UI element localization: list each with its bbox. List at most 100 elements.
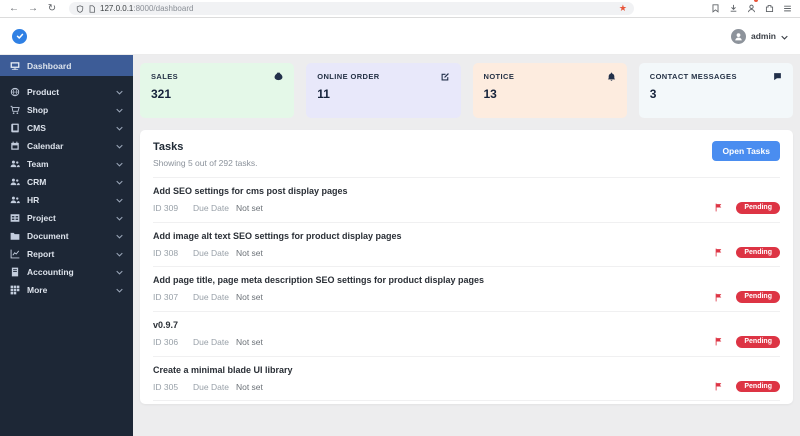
account-icon[interactable] [747,0,758,18]
sidebar-item-more[interactable]: More [0,281,133,299]
sidebar-item-label: CRM [27,177,47,187]
sidebar-item-cms[interactable]: CMS [0,119,133,137]
cart-icon [10,105,20,115]
task-due-value: Not set [235,247,263,258]
task-id: ID 305 [153,381,179,392]
sidebar-item-label: Dashboard [27,60,72,71]
chevron-down-icon [116,180,123,185]
task-due-label: Due Date [193,292,229,303]
sidebar-item-label: Accounting [27,267,74,277]
task-due-value: Not set [235,381,263,392]
edit-square-icon [441,72,450,81]
user-menu[interactable]: admin [730,27,788,45]
task-title[interactable]: Add page title, page meta description SE… [153,275,780,285]
task-row: Create a minimal blade UI library ID 305… [153,357,780,402]
task-title[interactable]: Add SEO settings for cms post display pa… [153,186,780,196]
sidebar-item-dashboard[interactable]: Dashboard [0,55,133,76]
sidebar-item-label: Document [27,231,69,241]
chevron-down-icon [116,108,123,113]
stat-card-online-order[interactable]: ONLINE ORDER 11 [306,63,461,118]
globe-icon [10,87,20,97]
task-row: Add SEO settings for cms post display pa… [153,178,780,223]
extension-icon[interactable] [765,4,774,13]
grid-icon [10,285,20,295]
bell-icon [607,72,616,81]
sidebar-item-crm[interactable]: CRM [0,173,133,191]
app-header: admin [0,18,800,55]
task-id: ID 309 [153,202,179,213]
sidebar-item-project[interactable]: Project [0,209,133,227]
sidebar-item-calendar[interactable]: Calendar [0,137,133,155]
chevron-down-icon [116,90,123,95]
task-due-label: Due Date [193,247,229,258]
task-due-label: Due Date [193,336,229,347]
task-id: ID 308 [153,247,179,258]
avatar [730,28,746,44]
sidebar-item-team[interactable]: Team [0,155,133,173]
user-name: admin [750,31,776,41]
reload-icon[interactable]: ↻ [46,3,58,14]
main-content: SALES 321 ONLINE ORDER 11 NOTICE 13 CONT… [133,55,800,436]
sidebar-item-accounting[interactable]: Accounting [0,263,133,281]
url-host: 127.0.0.1 [100,3,134,13]
money-bag-icon [274,72,283,81]
task-due-value: Not set [235,336,263,347]
task-due-label: Due Date [193,381,229,392]
table-icon [10,213,20,223]
stat-card-sales[interactable]: SALES 321 [140,63,295,118]
sidebar-item-label: Product [27,87,60,97]
address-bar[interactable]: 127.0.0.1:8000/dashboard ★ [69,2,634,15]
sidebar-item-product[interactable]: Product [0,83,133,101]
task-due-value: Not set [235,202,263,213]
tasks-title: Tasks [153,141,184,153]
menu-icon[interactable] [783,4,792,13]
chevron-down-icon [116,252,123,257]
back-icon[interactable]: ← [8,3,20,14]
chevron-down-icon [116,216,123,221]
browser-toolbar-icons [711,0,792,18]
stat-card-label: SALES [151,72,179,81]
task-due-label: Due Date [193,202,229,213]
sidebar-item-label: More [27,285,48,295]
status-badge: Pending [736,246,780,259]
calendar-icon [10,141,20,151]
sidebar-item-label: Calendar [27,141,64,151]
stat-cards-row: SALES 321 ONLINE ORDER 11 NOTICE 13 CONT… [140,63,793,118]
task-row: v0.9.7 ID 306 Due Date Not set Pending [153,312,780,357]
avatar-person-icon [735,32,742,40]
task-title[interactable]: Add image alt text SEO settings for prod… [153,231,780,241]
sidebar-item-document[interactable]: Document [0,227,133,245]
open-tasks-button[interactable]: Open Tasks [712,141,780,161]
status-badge: Pending [736,380,780,393]
tasks-subtitle: Showing 5 out of 292 tasks. [153,158,258,168]
users-icon [10,159,20,169]
bookmark-star-icon[interactable]: ★ [619,4,627,13]
url-text: 127.0.0.1:8000/dashboard [100,3,193,13]
sidebar-item-hr[interactable]: HR [0,191,133,209]
sidebar-item-shop[interactable]: Shop [0,101,133,119]
stat-card-notice[interactable]: NOTICE 13 [472,63,627,118]
book-icon [10,123,20,133]
chevron-down-icon [116,126,123,131]
status-badge: Pending [736,291,780,304]
task-id: ID 307 [153,292,179,303]
save-icon[interactable] [711,4,720,13]
sidebar-item-label: CMS [27,123,46,133]
download-icon[interactable] [729,4,738,13]
sidebar-item-label: Report [27,249,55,259]
chart-icon [10,249,20,259]
sidebar-item-label: Team [27,159,49,169]
page-icon [89,4,95,13]
flag-icon [714,248,723,257]
flag-icon [714,382,723,391]
forward-icon[interactable]: → [27,3,39,14]
sidebar-item-label: Shop [27,105,49,115]
stat-card-contact-messages[interactable]: CONTACT MESSAGES 3 [638,63,793,118]
stat-card-value: 321 [151,87,172,101]
task-title[interactable]: v0.9.7 [153,320,780,330]
task-row: Add image alt text SEO settings for prod… [153,223,780,268]
task-title[interactable]: Create a minimal blade UI library [153,365,780,375]
chevron-down-icon [116,198,123,203]
task-id: ID 306 [153,336,179,347]
sidebar-item-report[interactable]: Report [0,245,133,263]
